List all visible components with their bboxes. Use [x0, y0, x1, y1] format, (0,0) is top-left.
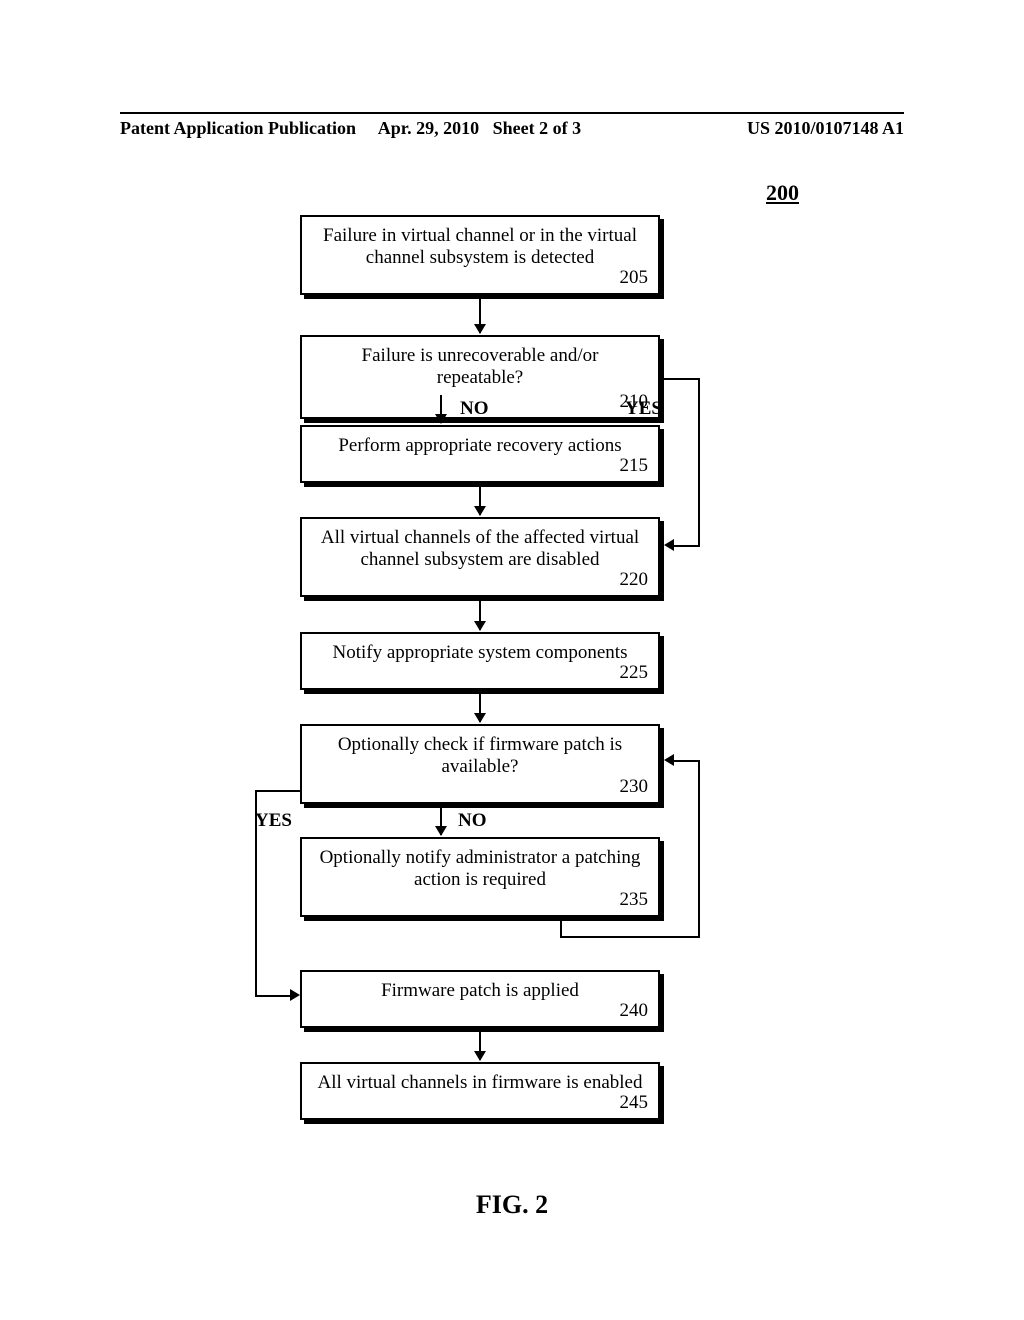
node-225: Notify appropriate system components 225	[300, 632, 660, 690]
flowchart: Failure in virtual channel or in the vir…	[0, 0, 1024, 1320]
line-235-loop-v2	[698, 760, 700, 938]
node-210-text: Failure is unrecoverable and/or repeatab…	[362, 345, 599, 388]
line-210-yes-h	[664, 378, 700, 380]
node-230-num: 230	[620, 776, 649, 798]
node-225-num: 225	[620, 662, 649, 684]
line-230-yes-h2	[255, 995, 290, 997]
arrowhead-into-240	[290, 989, 300, 1001]
node-230-text: Optionally check if firmware patch is av…	[338, 734, 622, 777]
node-230: Optionally check if firmware patch is av…	[300, 724, 660, 804]
node-235-text: Optionally notify administrator a patchi…	[320, 847, 641, 890]
arrow-225-230	[479, 692, 481, 722]
node-220: All virtual channels of the affected vir…	[300, 517, 660, 597]
arrow-210-no-215	[440, 395, 442, 423]
node-245: All virtual channels in firmware is enab…	[300, 1062, 660, 1120]
node-220-text: All virtual channels of the affected vir…	[321, 527, 639, 570]
label-230-no: NO	[458, 810, 487, 832]
node-240: Firmware patch is applied 240	[300, 970, 660, 1028]
node-215-num: 215	[620, 455, 649, 477]
line-230-yes-h	[255, 790, 300, 792]
arrowhead-into-220	[664, 539, 674, 551]
line-230-yes-v	[255, 790, 257, 995]
arrowhead-into-230	[664, 754, 674, 766]
node-215: Perform appropriate recovery actions 215	[300, 425, 660, 483]
line-210-yes-v	[698, 378, 700, 545]
line-235-loop-h2	[674, 760, 700, 762]
label-210-no: NO	[460, 398, 489, 420]
arrow-240-245	[479, 1030, 481, 1060]
node-205: Failure in virtual channel or in the vir…	[300, 215, 660, 295]
node-235: Optionally notify administrator a patchi…	[300, 837, 660, 917]
node-235-num: 235	[620, 889, 649, 911]
arrow-205-210	[479, 298, 481, 333]
arrow-230-no-235	[440, 807, 442, 835]
node-240-text: Firmware patch is applied	[381, 980, 579, 1001]
line-235-loop-h1	[560, 936, 700, 938]
figure-caption: FIG. 2	[0, 1190, 1024, 1220]
arrow-215-220	[479, 485, 481, 515]
node-205-text: Failure in virtual channel or in the vir…	[323, 225, 637, 268]
label-230-yes: YES	[255, 810, 292, 832]
node-215-text: Perform appropriate recovery actions	[338, 435, 621, 456]
node-245-text: All virtual channels in firmware is enab…	[317, 1072, 642, 1093]
label-210-yes: YES	[625, 398, 662, 420]
node-205-num: 205	[620, 267, 649, 289]
node-240-num: 240	[620, 1000, 649, 1022]
node-220-num: 220	[620, 569, 649, 591]
node-225-text: Notify appropriate system components	[333, 642, 628, 663]
node-245-num: 245	[620, 1092, 649, 1114]
arrow-220-225	[479, 600, 481, 630]
line-210-yes-h2	[674, 545, 700, 547]
